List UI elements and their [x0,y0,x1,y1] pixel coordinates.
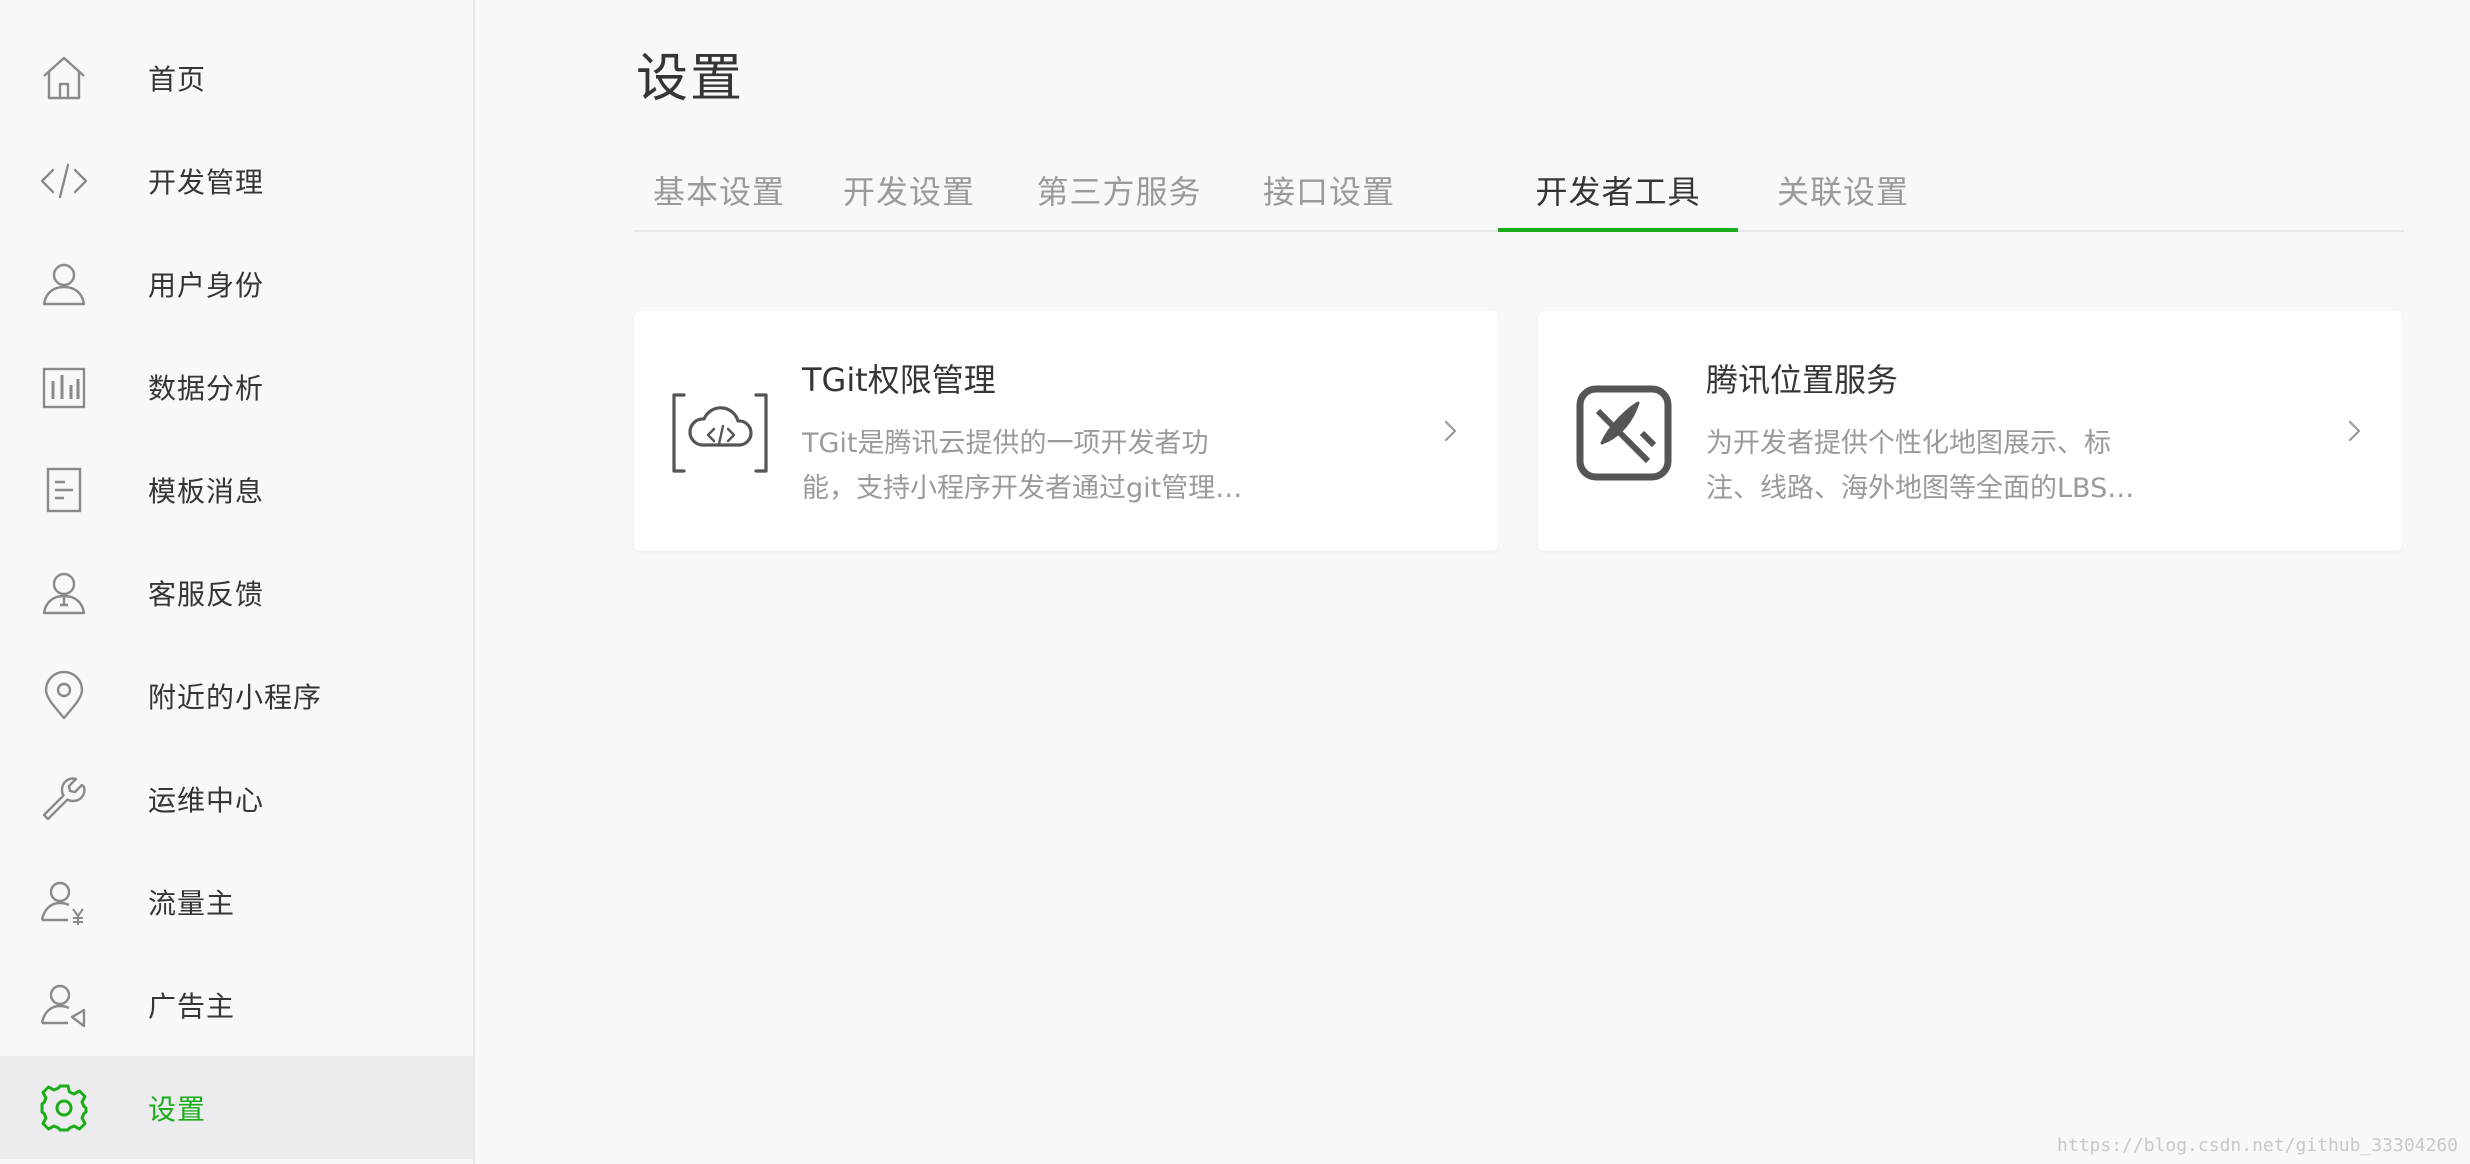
tab-association-settings[interactable]: 关联设置 [1758,150,1928,230]
tab-third-party-services[interactable]: 第三方服务 [1014,150,1224,230]
sidebar-item-label: 开发管理 [148,165,265,199]
cloud-code-icon [668,381,772,485]
sidebar-item-advertiser[interactable]: 广告主 [0,953,473,1056]
sidebar-item-label: 首页 [148,62,207,96]
tab-basic-settings[interactable]: 基本设置 [634,150,804,230]
sidebar-item-template-message[interactable]: 模板消息 [0,438,473,541]
user-megaphone-icon [38,979,90,1031]
card-description-line: 为开发者提供个性化地图展示、标 [1706,428,2111,459]
card-tencent-location[interactable]: 腾讯位置服务 为开发者提供个性化地图展示、标 注、线路、海外地图等全面的LBS… [1538,311,2402,551]
sidebar-item-label: 模板消息 [148,474,265,508]
sidebar-item-ops-center[interactable]: 运维中心 [0,747,473,850]
sidebar-item-label: 附近的小程序 [148,680,323,714]
sidebar-item-home[interactable]: 首页 [0,26,473,129]
code-icon [38,155,90,207]
map-compass-icon [1572,381,1676,485]
sidebar-item-label: 客服反馈 [148,577,265,611]
card-description: 为开发者提供个性化地图展示、标 注、线路、海外地图等全面的LBS… [1706,421,2166,511]
sidebar-item-settings[interactable]: 设置 [0,1056,473,1159]
sidebar-item-label: 设置 [148,1092,207,1126]
card-tgit[interactable]: TGit权限管理 TGit是腾讯云提供的一项开发者功 能，支持小程序开发者通过g… [634,311,1498,551]
wrench-icon [38,773,90,825]
customer-service-icon [38,567,90,619]
home-icon [38,52,90,104]
sidebar-item-label: 流量主 [148,886,236,920]
sidebar-item-dev-management[interactable]: 开发管理 [0,129,473,232]
tab-dev-settings[interactable]: 开发设置 [824,150,994,230]
location-pin-icon [38,670,90,722]
page-title: 设置 [636,49,745,109]
card-title: TGit权限管理 [802,361,996,399]
card-description: TGit是腾讯云提供的一项开发者功 能，支持小程序开发者通过git管理… [802,421,1262,511]
chevron-right-icon [2340,417,2368,445]
settings-tabs: 基本设置 开发设置 第三方服务 接口设置 开发者工具 关联设置 [634,150,2404,232]
user-icon [38,258,90,310]
sidebar-item-label: 数据分析 [148,371,265,405]
document-icon [38,464,90,516]
tab-developer-tools[interactable]: 开发者工具 [1498,150,1738,232]
sidebar-item-label: 广告主 [148,989,236,1023]
card-description-line: TGit是腾讯云提供的一项开发者功 [802,428,1209,459]
sidebar-item-label: 运维中心 [148,783,265,817]
sidebar-item-customer-feedback[interactable]: 客服反馈 [0,541,473,644]
sidebar-item-data-analysis[interactable]: 数据分析 [0,335,473,438]
chevron-right-icon [1436,417,1464,445]
card-description-line: 注、线路、海外地图等全面的LBS… [1706,473,2135,504]
sidebar-item-traffic-owner[interactable]: 流量主 [0,850,473,953]
sidebar-nav: 首页 开发管理 用户身份 数据分析 模板消息 客服反馈 附近的小程序 运维中心 … [0,26,473,1159]
sidebar: 首页 开发管理 用户身份 数据分析 模板消息 客服反馈 附近的小程序 运维中心 … [0,0,475,1164]
bar-chart-icon [38,361,90,413]
sidebar-item-nearby-miniprogram[interactable]: 附近的小程序 [0,644,473,747]
sidebar-item-label: 用户身份 [148,268,265,302]
card-description-line: 能，支持小程序开发者通过git管理… [802,473,1243,504]
watermark: https://blog.csdn.net/github_33304260 [2057,1135,2458,1156]
tab-interface-settings[interactable]: 接口设置 [1244,150,1414,230]
gear-icon [38,1082,90,1134]
card-title: 腾讯位置服务 [1706,361,1899,399]
user-yen-icon [38,876,90,928]
sidebar-item-user-identity[interactable]: 用户身份 [0,232,473,335]
app-page: 首页 开发管理 用户身份 数据分析 模板消息 客服反馈 附近的小程序 运维中心 … [0,0,2470,1164]
